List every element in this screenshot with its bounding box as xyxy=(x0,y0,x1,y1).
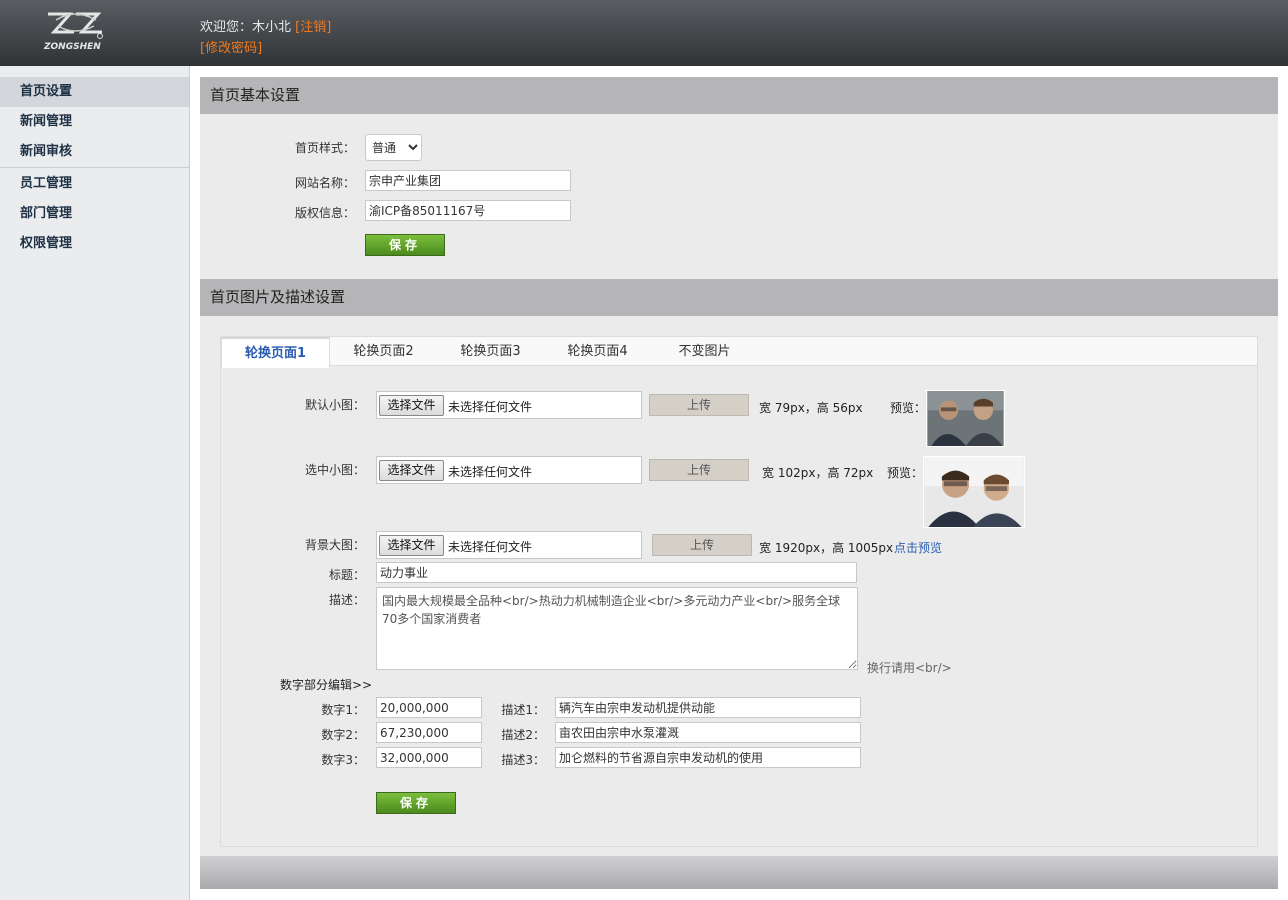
welcome-user: 欢迎您：木小北 xyxy=(200,20,292,35)
tab-bar: 轮换页面1 轮换页面2 轮换页面3 轮换页面4 不变图片 xyxy=(221,337,1257,368)
number-3-label: 数字3： xyxy=(321,753,365,767)
choose-file-button[interactable]: 选择文件 xyxy=(379,460,444,481)
default-thumb-dims: 宽 79px，高 56px xyxy=(759,401,863,415)
selected-thumb-dims: 宽 102px，高 72px xyxy=(762,466,874,480)
selected-thumb-preview-label: 预览： xyxy=(887,466,924,480)
site-name-input[interactable] xyxy=(365,170,571,191)
background-image-dims: 宽 1920px，高 1005px xyxy=(759,541,894,555)
description-textarea[interactable]: 国内最大规模最全品种<br/>热动力机械制造企业<br/>多元动力产业<br/>… xyxy=(376,587,858,670)
tab-rotation-page-3[interactable]: 轮换页面3 xyxy=(443,337,538,366)
image-settings-header: 首页图片及描述设置 xyxy=(200,279,1278,316)
svg-text:ZONGSHEN: ZONGSHEN xyxy=(43,42,101,52)
number-1-desc-label: 描述1： xyxy=(501,703,545,717)
tab-rotation-page-1[interactable]: 轮换页面1 xyxy=(221,337,330,368)
background-image-label: 背景大图： xyxy=(304,538,365,552)
sidebar: 首页设置 新闻管理 新闻审核 员工管理 部门管理 权限管理 xyxy=(0,66,190,900)
number-3-desc-input[interactable] xyxy=(555,747,861,768)
basic-settings-header: 首页基本设置 xyxy=(200,77,1278,114)
basic-save-button[interactable]: 保存 xyxy=(365,234,445,256)
selected-thumb-preview-image xyxy=(923,456,1025,528)
default-thumb-upload-button[interactable]: 上传 xyxy=(649,394,749,416)
footer-bar xyxy=(200,856,1278,889)
file-status-text: 未选择任何文件 xyxy=(448,540,533,554)
choose-file-button[interactable]: 选择文件 xyxy=(379,535,444,556)
change-password-link[interactable]: [修改密码] xyxy=(200,37,262,56)
number-1-label: 数字1： xyxy=(321,703,365,717)
description-label: 描述： xyxy=(328,593,365,607)
number-1-input[interactable] xyxy=(376,697,482,718)
selected-thumb-file-input[interactable]: 选择文件 未选择任何文件 xyxy=(376,456,642,484)
selected-thumb-label: 选中小图： xyxy=(304,463,365,477)
sidebar-item-home-settings[interactable]: 首页设置 xyxy=(0,77,189,107)
style-select[interactable]: 普通 xyxy=(365,134,422,161)
site-name-label: 网站名称： xyxy=(294,176,355,190)
tab-rotation-page-2[interactable]: 轮换页面2 xyxy=(336,337,431,366)
top-header: ZONGSHEN 欢迎您：木小北 [注销] [修改密码] xyxy=(0,0,1288,66)
number-1-desc-input[interactable] xyxy=(555,697,861,718)
logout-link[interactable]: [注销] xyxy=(295,20,331,35)
background-preview-link[interactable]: 点击预览 xyxy=(894,539,942,556)
choose-file-button[interactable]: 选择文件 xyxy=(379,395,444,416)
default-thumb-file-input[interactable]: 选择文件 未选择任何文件 xyxy=(376,391,642,419)
zongshen-logo-icon: ZONGSHEN xyxy=(43,12,103,52)
sidebar-item-news-management[interactable]: 新闻管理 xyxy=(0,107,189,137)
title-label: 标题： xyxy=(328,568,365,582)
numbers-section-label: 数字部分编辑>> xyxy=(280,678,373,692)
tab-static-image[interactable]: 不变图片 xyxy=(657,337,752,366)
file-status-text: 未选择任何文件 xyxy=(448,400,533,414)
selected-thumb-upload-button[interactable]: 上传 xyxy=(649,459,749,481)
number-2-input[interactable] xyxy=(376,722,482,743)
default-thumb-preview-label: 预览： xyxy=(890,401,927,415)
number-2-desc-input[interactable] xyxy=(555,722,861,743)
background-image-file-input[interactable]: 选择文件 未选择任何文件 xyxy=(376,531,642,559)
welcome-text: 欢迎您：木小北 [注销] xyxy=(200,16,331,35)
number-2-label: 数字2： xyxy=(321,728,365,742)
background-image-upload-button[interactable]: 上传 xyxy=(652,534,752,556)
copyright-label: 版权信息： xyxy=(294,206,355,220)
default-thumb-label: 默认小图： xyxy=(304,398,365,412)
sidebar-item-staff-management[interactable]: 员工管理 xyxy=(0,169,189,199)
linebreak-hint: 换行请用<br/> xyxy=(867,661,952,675)
sidebar-divider xyxy=(0,167,189,168)
sidebar-item-department-management[interactable]: 部门管理 xyxy=(0,199,189,229)
style-label: 首页样式： xyxy=(294,141,355,155)
tab-rotation-page-4[interactable]: 轮换页面4 xyxy=(550,337,645,366)
number-3-desc-label: 描述3： xyxy=(501,753,545,767)
title-input[interactable] xyxy=(376,562,857,583)
number-2-desc-label: 描述2： xyxy=(501,728,545,742)
images-save-button[interactable]: 保存 xyxy=(376,792,456,814)
basic-settings-body xyxy=(200,114,1278,279)
sidebar-item-news-review[interactable]: 新闻审核 xyxy=(0,137,189,167)
sidebar-item-permission-management[interactable]: 权限管理 xyxy=(0,229,189,259)
file-status-text: 未选择任何文件 xyxy=(448,465,533,479)
copyright-input[interactable] xyxy=(365,200,571,221)
number-3-input[interactable] xyxy=(376,747,482,768)
default-thumb-preview-image xyxy=(926,390,1005,447)
